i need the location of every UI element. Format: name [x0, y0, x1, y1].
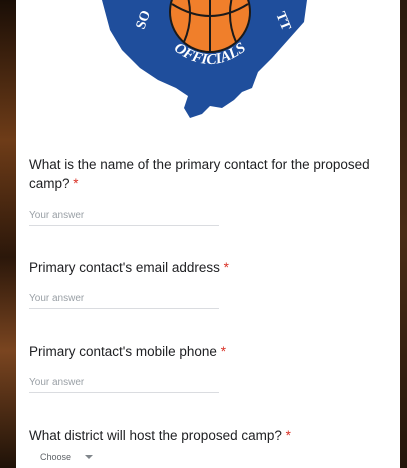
form-card: OFFICIALS SO TT What is the name of the …: [16, 0, 400, 468]
required-asterisk: *: [285, 428, 291, 443]
district-select[interactable]: Choose: [29, 452, 94, 462]
contact-email-input[interactable]: [29, 293, 219, 304]
question-label: Primary contact's email address *: [29, 260, 229, 275]
background-wood-right: [400, 0, 407, 468]
question-primary-contact-name: What is the name of the primary contact …: [29, 155, 384, 226]
question-contact-email: Primary contact's email address *: [29, 258, 384, 309]
logo-graphic: OFFICIALS SO TT: [102, 0, 307, 118]
officials-logo: OFFICIALS SO TT: [92, 0, 322, 125]
question-label: Primary contact's mobile phone *: [29, 344, 226, 359]
required-asterisk: *: [73, 176, 79, 191]
background-wood-left: [0, 0, 16, 468]
contact-name-input[interactable]: [29, 210, 219, 221]
question-label: What district will host the proposed cam…: [29, 428, 291, 443]
answer-field[interactable]: [29, 205, 219, 226]
question-host-district: What district will host the proposed cam…: [29, 426, 384, 462]
chevron-down-icon: [85, 455, 94, 459]
required-asterisk: *: [220, 344, 226, 359]
question-contact-mobile: Primary contact's mobile phone *: [29, 342, 384, 393]
select-value: Choose: [40, 452, 72, 462]
answer-field[interactable]: [29, 372, 219, 393]
required-asterisk: *: [223, 260, 229, 275]
contact-mobile-input[interactable]: [29, 377, 219, 388]
question-label: What is the name of the primary contact …: [29, 157, 370, 191]
answer-field[interactable]: [29, 288, 219, 309]
